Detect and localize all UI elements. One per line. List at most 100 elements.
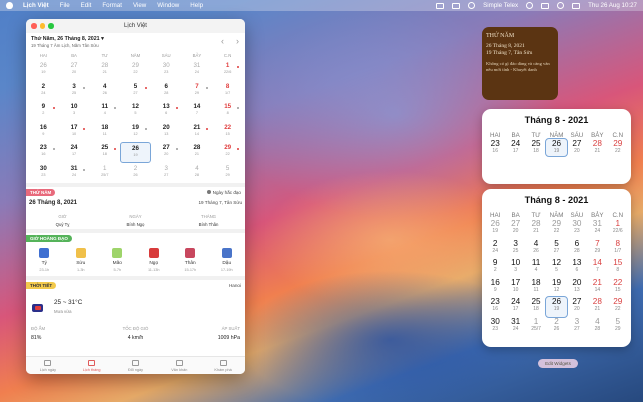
- day-cell[interactable]: 2 24: [28, 81, 59, 102]
- widget-day-cell[interactable]: 12 5: [546, 258, 566, 278]
- widget-day-cell[interactable]: 27 20: [567, 139, 587, 156]
- day-cell[interactable]: 11 4: [89, 101, 120, 122]
- widget-day-cell[interactable]: 7 29: [587, 239, 607, 259]
- widget-day-cell[interactable]: 4 28: [587, 317, 607, 337]
- menu-view[interactable]: View: [133, 2, 146, 9]
- widget-day-cell[interactable]: 11 4: [526, 258, 546, 278]
- widget-day-cell[interactable]: 20 13: [567, 278, 587, 298]
- day-cell[interactable]: 10 3: [59, 101, 90, 122]
- widget-day-cell[interactable]: 28 21: [587, 297, 607, 317]
- day-cell[interactable]: 25 18: [89, 142, 120, 163]
- day-cell[interactable]: 29 22: [120, 60, 151, 81]
- day-cell[interactable]: 13 6: [151, 101, 182, 122]
- widget-day-cell[interactable]: 30 23: [567, 219, 587, 239]
- day-cell[interactable]: 4 26: [89, 81, 120, 102]
- solar-date[interactable]: Thứ Năm, 26 Tháng 8, 2021: [31, 36, 100, 42]
- edit-widgets-button[interactable]: Edit Widgets: [538, 359, 578, 368]
- day-cell[interactable]: 1 22/6: [212, 60, 243, 81]
- widget-day-cell[interactable]: 21 14: [587, 278, 607, 298]
- widget-day-cell[interactable]: 2 26: [546, 317, 566, 337]
- widget-day-cell[interactable]: 27 20: [567, 297, 587, 317]
- menu-app-name[interactable]: Lịch Việt: [23, 2, 49, 9]
- day-cell[interactable]: 5 29: [212, 163, 243, 184]
- widget-day-cell[interactable]: 29 22: [608, 297, 628, 317]
- widget-day-cell[interactable]: 16 9: [485, 278, 505, 298]
- day-cell[interactable]: 27 20: [59, 60, 90, 81]
- day-cell[interactable]: 23 16: [28, 142, 59, 163]
- day-cell[interactable]: 24 17: [59, 142, 90, 163]
- good-hour-item[interactable]: Sửu 1-3h: [63, 248, 100, 272]
- widget-day-cell[interactable]: 5 29: [608, 317, 628, 337]
- apple-icon[interactable]: [6, 2, 13, 9]
- day-cell[interactable]: 1 25/7: [89, 163, 120, 184]
- month-widget[interactable]: Tháng 8 - 2021 HAI BA TƯ NĂM SÁU BẢY C.N 26 19 2…: [482, 189, 631, 347]
- day-cell[interactable]: 30 23: [151, 60, 182, 81]
- tab-convert[interactable]: Đổi ngày: [114, 357, 158, 374]
- day-cell[interactable]: 19 12: [120, 122, 151, 143]
- widget-day-cell[interactable]: 8 1/7: [608, 239, 628, 259]
- close-icon[interactable]: [31, 23, 37, 29]
- window-titlebar[interactable]: Lịch Việt: [26, 19, 245, 33]
- widget-day-cell[interactable]: 14 7: [587, 258, 607, 278]
- day-cell[interactable]: 30 23: [28, 163, 59, 184]
- chevron-right-icon[interactable]: ›: [236, 36, 239, 46]
- menu-clock[interactable]: Thu 26 Aug 10:27: [588, 2, 637, 9]
- minimize-icon[interactable]: [39, 23, 45, 29]
- good-hour-item[interactable]: Thân 15-17h: [172, 248, 209, 272]
- telex-status-icon[interactable]: [468, 2, 476, 9]
- widget-day-cell[interactable]: 26 19: [545, 296, 568, 318]
- day-cell[interactable]: 26 19: [120, 142, 151, 163]
- widget-day-cell[interactable]: 4 26: [526, 239, 546, 259]
- widget-day-cell[interactable]: 2 24: [485, 239, 505, 259]
- day-cell[interactable]: 2 26: [120, 163, 151, 184]
- menu-window[interactable]: Window: [157, 2, 179, 9]
- widget-day-cell[interactable]: 6 28: [567, 239, 587, 259]
- day-cell[interactable]: 92: [28, 101, 59, 122]
- control-center-icon[interactable]: [572, 2, 581, 9]
- widget-day-cell[interactable]: 22 15: [608, 278, 628, 298]
- widget-day-cell[interactable]: 5 27: [546, 239, 566, 259]
- day-cell[interactable]: 15 8: [212, 101, 243, 122]
- wifi-icon[interactable]: [526, 2, 534, 9]
- widget-day-cell[interactable]: 24 17: [505, 139, 525, 156]
- screen-status-icon[interactable]: [452, 2, 461, 9]
- day-cell[interactable]: 6 28: [151, 81, 182, 102]
- chevron-down-icon[interactable]: ▾: [101, 36, 104, 42]
- day-cell[interactable]: 22 15: [212, 122, 243, 143]
- day-cell[interactable]: 17 10: [59, 122, 90, 143]
- widget-day-cell[interactable]: 23 16: [485, 297, 505, 317]
- day-cell[interactable]: 18 11: [89, 122, 120, 143]
- widget-day-cell[interactable]: 23 16: [485, 139, 505, 156]
- widget-day-cell[interactable]: 30 23: [485, 317, 505, 337]
- good-hour-item[interactable]: Ngọ 11-13h: [136, 248, 173, 272]
- widget-day-cell[interactable]: 15 8: [608, 258, 628, 278]
- widget-day-cell[interactable]: 31 24: [505, 317, 525, 337]
- widget-day-cell[interactable]: 3 27: [567, 317, 587, 337]
- day-cell[interactable]: 8 1/7: [212, 81, 243, 102]
- day-cell[interactable]: 20 13: [151, 122, 182, 143]
- tab-prayers[interactable]: Văn khấn: [157, 357, 201, 374]
- widget-day-cell[interactable]: 26 19: [545, 138, 568, 157]
- week-widget[interactable]: Tháng 8 - 2021 HAI BA TƯ NĂM SÁU BẢY C.N 23 16 2…: [482, 109, 631, 184]
- day-cell[interactable]: 28 21: [182, 142, 213, 163]
- day-cell[interactable]: 31 24: [182, 60, 213, 81]
- day-cell[interactable]: 7 29: [182, 81, 213, 102]
- chevron-left-icon[interactable]: ‹: [221, 36, 224, 46]
- calendar-status-icon[interactable]: [436, 2, 445, 9]
- widget-day-cell[interactable]: 92: [485, 258, 505, 278]
- menu-edit[interactable]: Edit: [81, 2, 92, 9]
- widget-day-cell[interactable]: 28 21: [526, 219, 546, 239]
- day-cell[interactable]: 12 5: [120, 101, 151, 122]
- widget-day-cell[interactable]: 27 20: [505, 219, 525, 239]
- quote-widget[interactable]: THỨ NĂM 26 Tháng 8, 2021 19 Tháng 7, Tân…: [482, 27, 558, 100]
- widget-day-cell[interactable]: 13 6: [567, 258, 587, 278]
- day-cell[interactable]: 26 19: [28, 60, 59, 81]
- menu-file[interactable]: File: [60, 2, 70, 9]
- good-hour-item[interactable]: Mão 5-7h: [99, 248, 136, 272]
- input-method-label[interactable]: Simple Telex: [483, 2, 518, 9]
- zoom-icon[interactable]: [48, 23, 54, 29]
- day-cell[interactable]: 28 21: [89, 60, 120, 81]
- widget-day-cell[interactable]: 24 17: [505, 297, 525, 317]
- widget-day-cell[interactable]: 26 19: [485, 219, 505, 239]
- good-hour-item[interactable]: Tý 23-1h: [26, 248, 63, 272]
